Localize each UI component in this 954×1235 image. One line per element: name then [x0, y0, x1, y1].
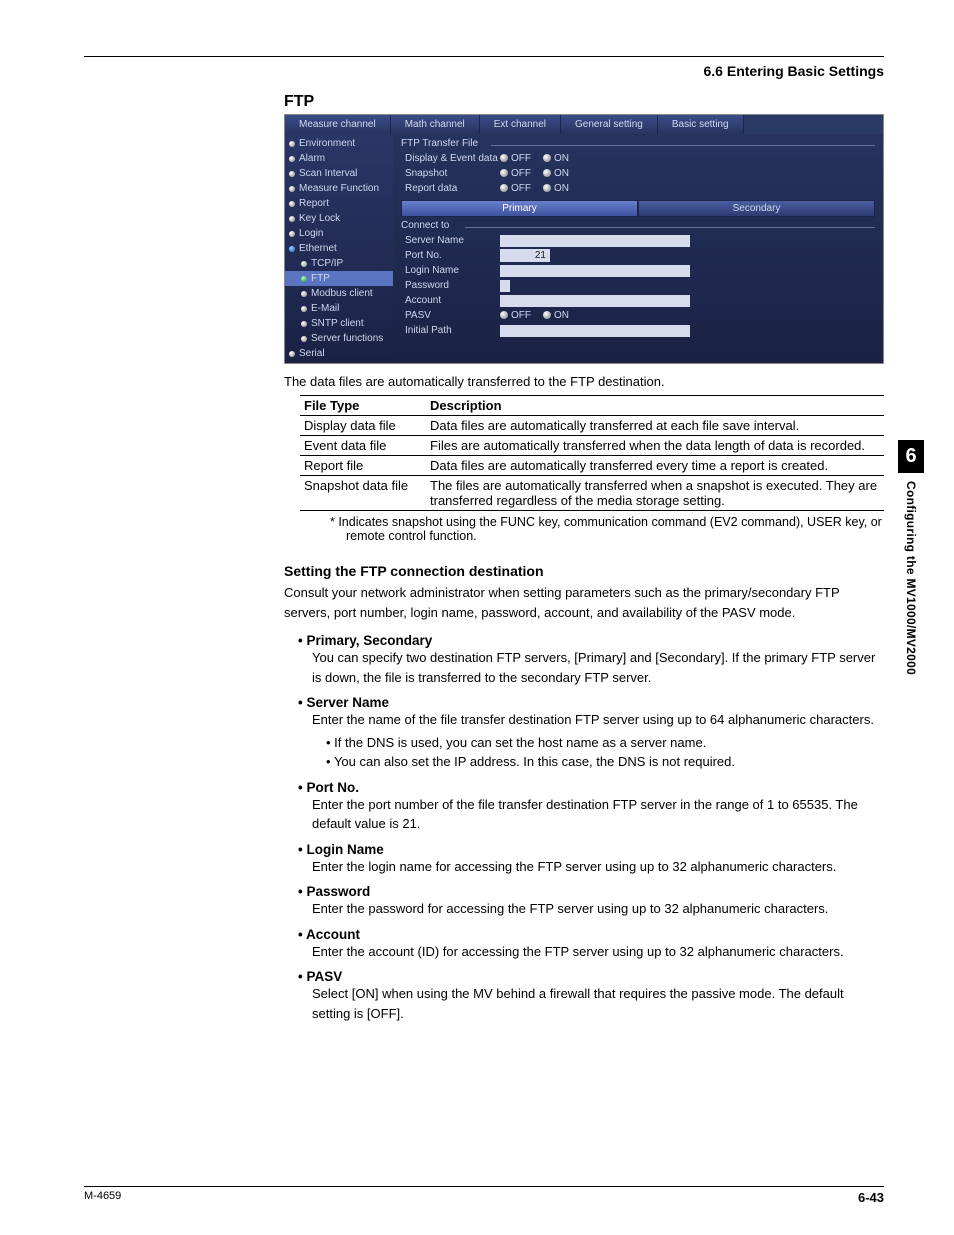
file-type-table: File TypeDescriptionDisplay data fileDat…: [300, 395, 884, 511]
form-label: Password: [401, 280, 500, 291]
subheading: Setting the FTP connection destination: [284, 563, 884, 579]
sub-tab[interactable]: Secondary: [638, 200, 875, 217]
radio-option[interactable]: ON: [543, 168, 569, 179]
table-cell: Snapshot data file: [300, 476, 426, 511]
inner-list-item: If the DNS is used, you can set the host…: [326, 733, 884, 753]
sidebar-item[interactable]: Key Lock: [285, 211, 393, 226]
inner-list-item: You can also set the IP address. In this…: [326, 752, 884, 772]
sidebar-item[interactable]: Ethernet: [285, 241, 393, 256]
bullet-body: Select [ON] when using the MV behind a f…: [312, 984, 884, 1023]
form-label: Account: [401, 295, 500, 306]
form-label: Initial Path: [401, 325, 500, 336]
list-item: Login NameEnter the login name for acces…: [298, 842, 884, 877]
sidebar-item[interactable]: E-Mail: [285, 301, 393, 316]
bullet-title: Account: [298, 927, 360, 942]
table-header: Description: [426, 396, 884, 416]
bullet-title: Primary, Secondary: [298, 633, 432, 648]
table-cell: Data files are automatically transferred…: [426, 456, 884, 476]
text-input[interactable]: [500, 325, 690, 337]
radio-option[interactable]: ON: [543, 153, 569, 164]
config-tab[interactable]: Math channel: [391, 115, 480, 134]
ftp-heading: FTP: [284, 93, 884, 111]
config-tab[interactable]: Measure channel: [285, 115, 391, 134]
table-cell: The files are automatically transferred …: [426, 476, 884, 511]
radio-option[interactable]: OFF: [500, 183, 531, 194]
list-item: PasswordEnter the password for accessing…: [298, 884, 884, 919]
bullet-body: Enter the port number of the file transf…: [312, 795, 884, 834]
table-header: File Type: [300, 396, 426, 416]
page-number: 6-43: [858, 1190, 884, 1205]
sidebar-item[interactable]: Login: [285, 226, 393, 241]
chapter-tab: 6 Configuring the MV1000/MV2000: [898, 440, 924, 675]
form-label: Login Name: [401, 265, 500, 276]
settings-list: Primary, SecondaryYou can specify two de…: [298, 633, 884, 1023]
table-cell: Report file: [300, 456, 426, 476]
section-header: 6.6 Entering Basic Settings: [84, 63, 884, 79]
table-cell: Event data file: [300, 436, 426, 456]
page-footer: M-4659 6-43: [84, 1186, 884, 1205]
doc-id: M-4659: [84, 1190, 121, 1205]
config-screenshot: Measure channelMath channelExt channelGe…: [284, 114, 884, 364]
radio-option[interactable]: OFF: [500, 168, 531, 179]
footnote: * Indicates snapshot using the FUNC key,…: [330, 515, 884, 543]
form-label: Report data: [401, 183, 500, 194]
sidebar-item[interactable]: Server functions: [285, 331, 393, 346]
radio-option[interactable]: OFF: [500, 153, 531, 164]
sidebar-item[interactable]: SNTP client: [285, 316, 393, 331]
bullet-body: Enter the password for accessing the FTP…: [312, 899, 884, 919]
table-cell: Data files are automatically transferred…: [426, 416, 884, 436]
bullet-body: Enter the login name for accessing the F…: [312, 857, 884, 877]
bullet-body: Enter the account (ID) for accessing the…: [312, 942, 884, 962]
sidebar-item[interactable]: Serial: [285, 346, 393, 361]
list-item: AccountEnter the account (ID) for access…: [298, 927, 884, 962]
table-cell: Display data file: [300, 416, 426, 436]
chapter-number: 6: [898, 440, 924, 473]
text-input[interactable]: [500, 235, 690, 247]
text-input[interactable]: [500, 280, 510, 292]
list-item: Server NameEnter the name of the file tr…: [298, 695, 884, 772]
bullet-title: Server Name: [298, 695, 389, 710]
list-item: Port No.Enter the port number of the fil…: [298, 780, 884, 834]
form-label: PASV: [401, 310, 500, 321]
chapter-title: Configuring the MV1000/MV2000: [904, 473, 918, 675]
text-input[interactable]: 21: [500, 249, 550, 262]
sidebar-item[interactable]: FTP: [285, 271, 393, 286]
table-cell: Files are automatically transferred when…: [426, 436, 884, 456]
sidebar-item[interactable]: Environment: [285, 136, 393, 151]
sidebar-item[interactable]: Report: [285, 196, 393, 211]
bullet-title: PASV: [298, 969, 342, 984]
radio-option[interactable]: ON: [543, 183, 569, 194]
config-tab[interactable]: Basic setting: [658, 115, 744, 134]
bullet-title: Login Name: [298, 842, 384, 857]
list-item: PASVSelect [ON] when using the MV behind…: [298, 969, 884, 1023]
form-label: Server Name: [401, 235, 500, 246]
config-tab[interactable]: General setting: [561, 115, 658, 134]
list-item: Primary, SecondaryYou can specify two de…: [298, 633, 884, 687]
text-input[interactable]: [500, 265, 690, 277]
bullet-body: You can specify two destination FTP serv…: [312, 648, 884, 687]
text-input[interactable]: [500, 295, 690, 307]
form-label: Port No.: [401, 250, 500, 261]
config-tab[interactable]: Ext channel: [480, 115, 561, 134]
sidebar-item[interactable]: Measure Function: [285, 181, 393, 196]
intro-paragraph: Consult your network administrator when …: [284, 583, 884, 623]
sidebar-item[interactable]: Scan Interval: [285, 166, 393, 181]
caption: The data files are automatically transfe…: [284, 374, 884, 389]
sidebar-item[interactable]: Alarm: [285, 151, 393, 166]
radio-option[interactable]: ON: [543, 310, 569, 321]
sub-tab[interactable]: Primary: [401, 200, 638, 217]
radio-option[interactable]: OFF: [500, 310, 531, 321]
bullet-body: Enter the name of the file transfer dest…: [312, 710, 884, 730]
sidebar-item[interactable]: Modbus client: [285, 286, 393, 301]
sidebar-item[interactable]: TCP/IP: [285, 256, 393, 271]
form-label: Display & Event data: [401, 153, 500, 164]
bullet-title: Port No.: [298, 780, 359, 795]
bullet-title: Password: [298, 884, 370, 899]
form-label: Snapshot: [401, 168, 500, 179]
